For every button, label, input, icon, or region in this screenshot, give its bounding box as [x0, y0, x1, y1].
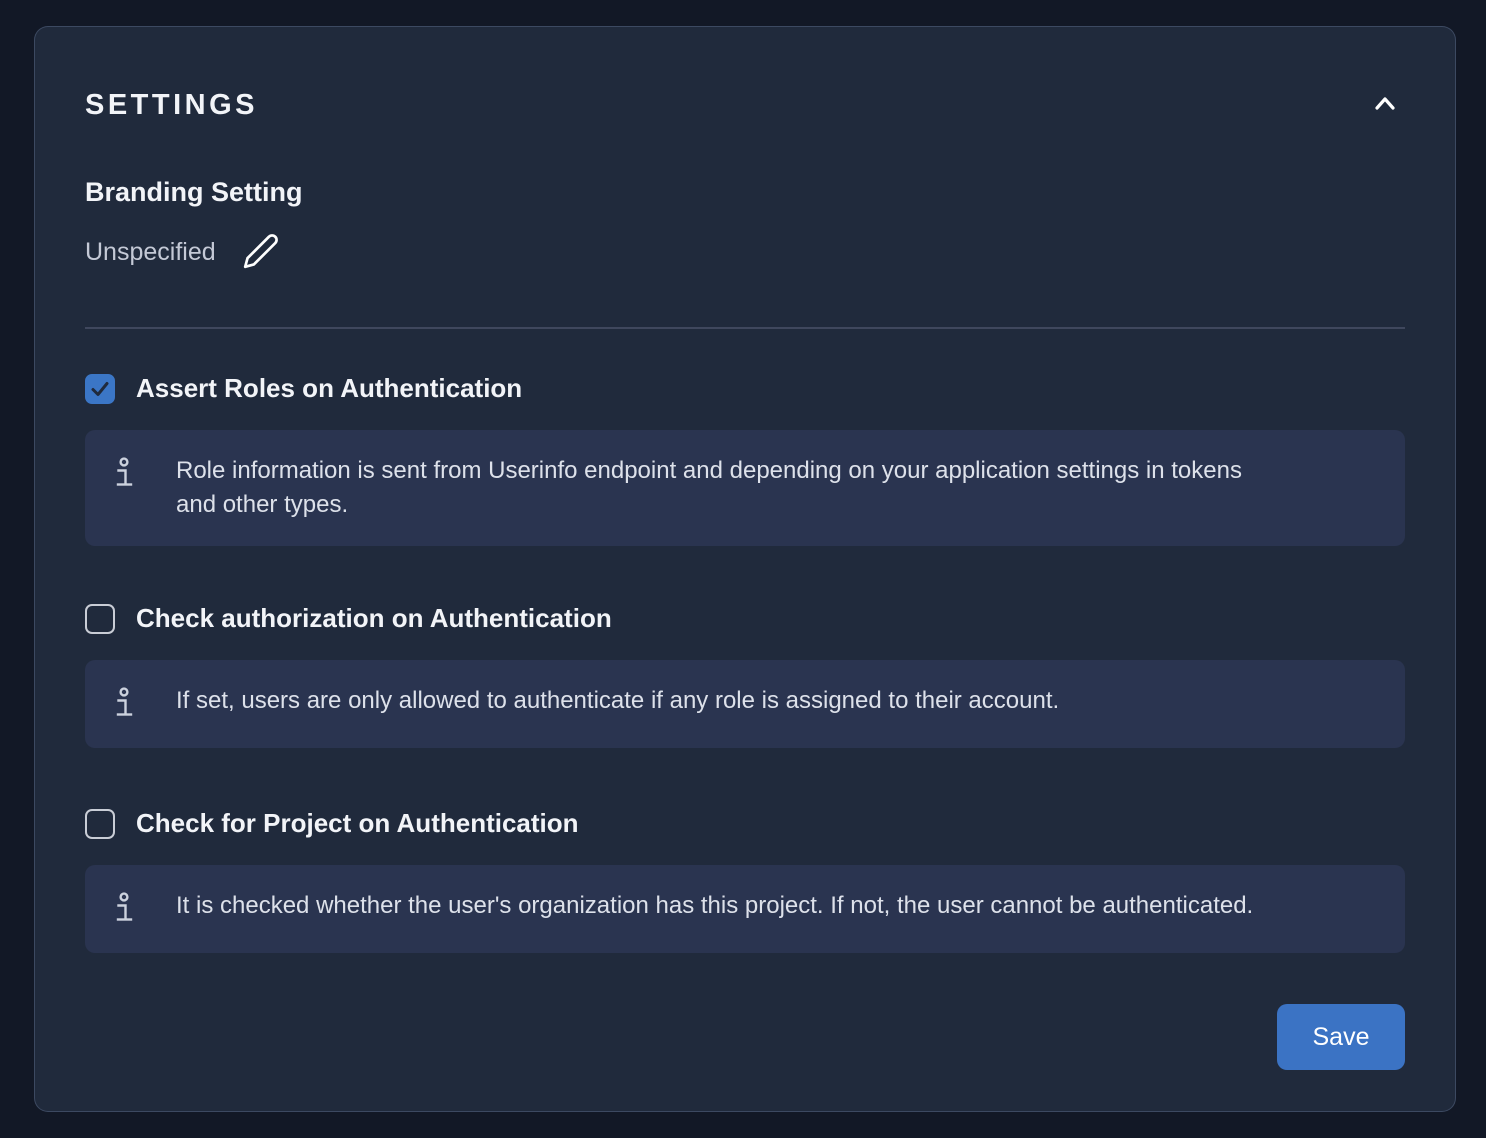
- info-text: It is checked whether the user's organiz…: [176, 889, 1253, 923]
- page-title: SETTINGS: [85, 89, 258, 122]
- info-text: If set, users are only allowed to authen…: [176, 684, 1059, 718]
- setting-row-check-authorization[interactable]: Check authorization on Authentication: [85, 603, 1405, 634]
- info-text: Role information is sent from Userinfo e…: [176, 454, 1256, 522]
- chevron-up-icon: [1370, 89, 1400, 122]
- panel-header: SETTINGS: [85, 85, 1405, 125]
- checkbox-assert-roles[interactable]: [85, 374, 115, 404]
- branding-value-row: Unspecified: [85, 232, 1405, 273]
- edit-branding-button[interactable]: [242, 232, 280, 273]
- checkbox-label: Assert Roles on Authentication: [136, 373, 522, 404]
- info-box-assert-roles: Role information is sent from Userinfo e…: [85, 430, 1405, 546]
- pencil-icon: [242, 232, 280, 273]
- branding-value: Unspecified: [85, 238, 216, 267]
- save-button[interactable]: Save: [1277, 1004, 1405, 1070]
- collapse-panel-button[interactable]: [1365, 85, 1405, 125]
- info-icon: [114, 457, 134, 494]
- info-icon: [114, 687, 134, 724]
- info-icon: [114, 892, 134, 929]
- section-divider: [85, 327, 1405, 329]
- info-box-check-project: It is checked whether the user's organiz…: [85, 865, 1405, 953]
- info-box-check-authorization: If set, users are only allowed to authen…: [85, 660, 1405, 748]
- checkbox-check-project[interactable]: [85, 809, 115, 839]
- checkbox-label: Check for Project on Authentication: [136, 808, 579, 839]
- checkbox-check-authorization[interactable]: [85, 604, 115, 634]
- panel-footer: Save: [85, 1004, 1405, 1070]
- setting-row-assert-roles[interactable]: Assert Roles on Authentication: [85, 373, 1405, 404]
- checkbox-label: Check authorization on Authentication: [136, 603, 612, 634]
- setting-row-check-project[interactable]: Check for Project on Authentication: [85, 808, 1405, 839]
- settings-panel: SETTINGS Branding Setting Unspecified: [34, 26, 1456, 1112]
- branding-setting-label: Branding Setting: [85, 177, 1405, 208]
